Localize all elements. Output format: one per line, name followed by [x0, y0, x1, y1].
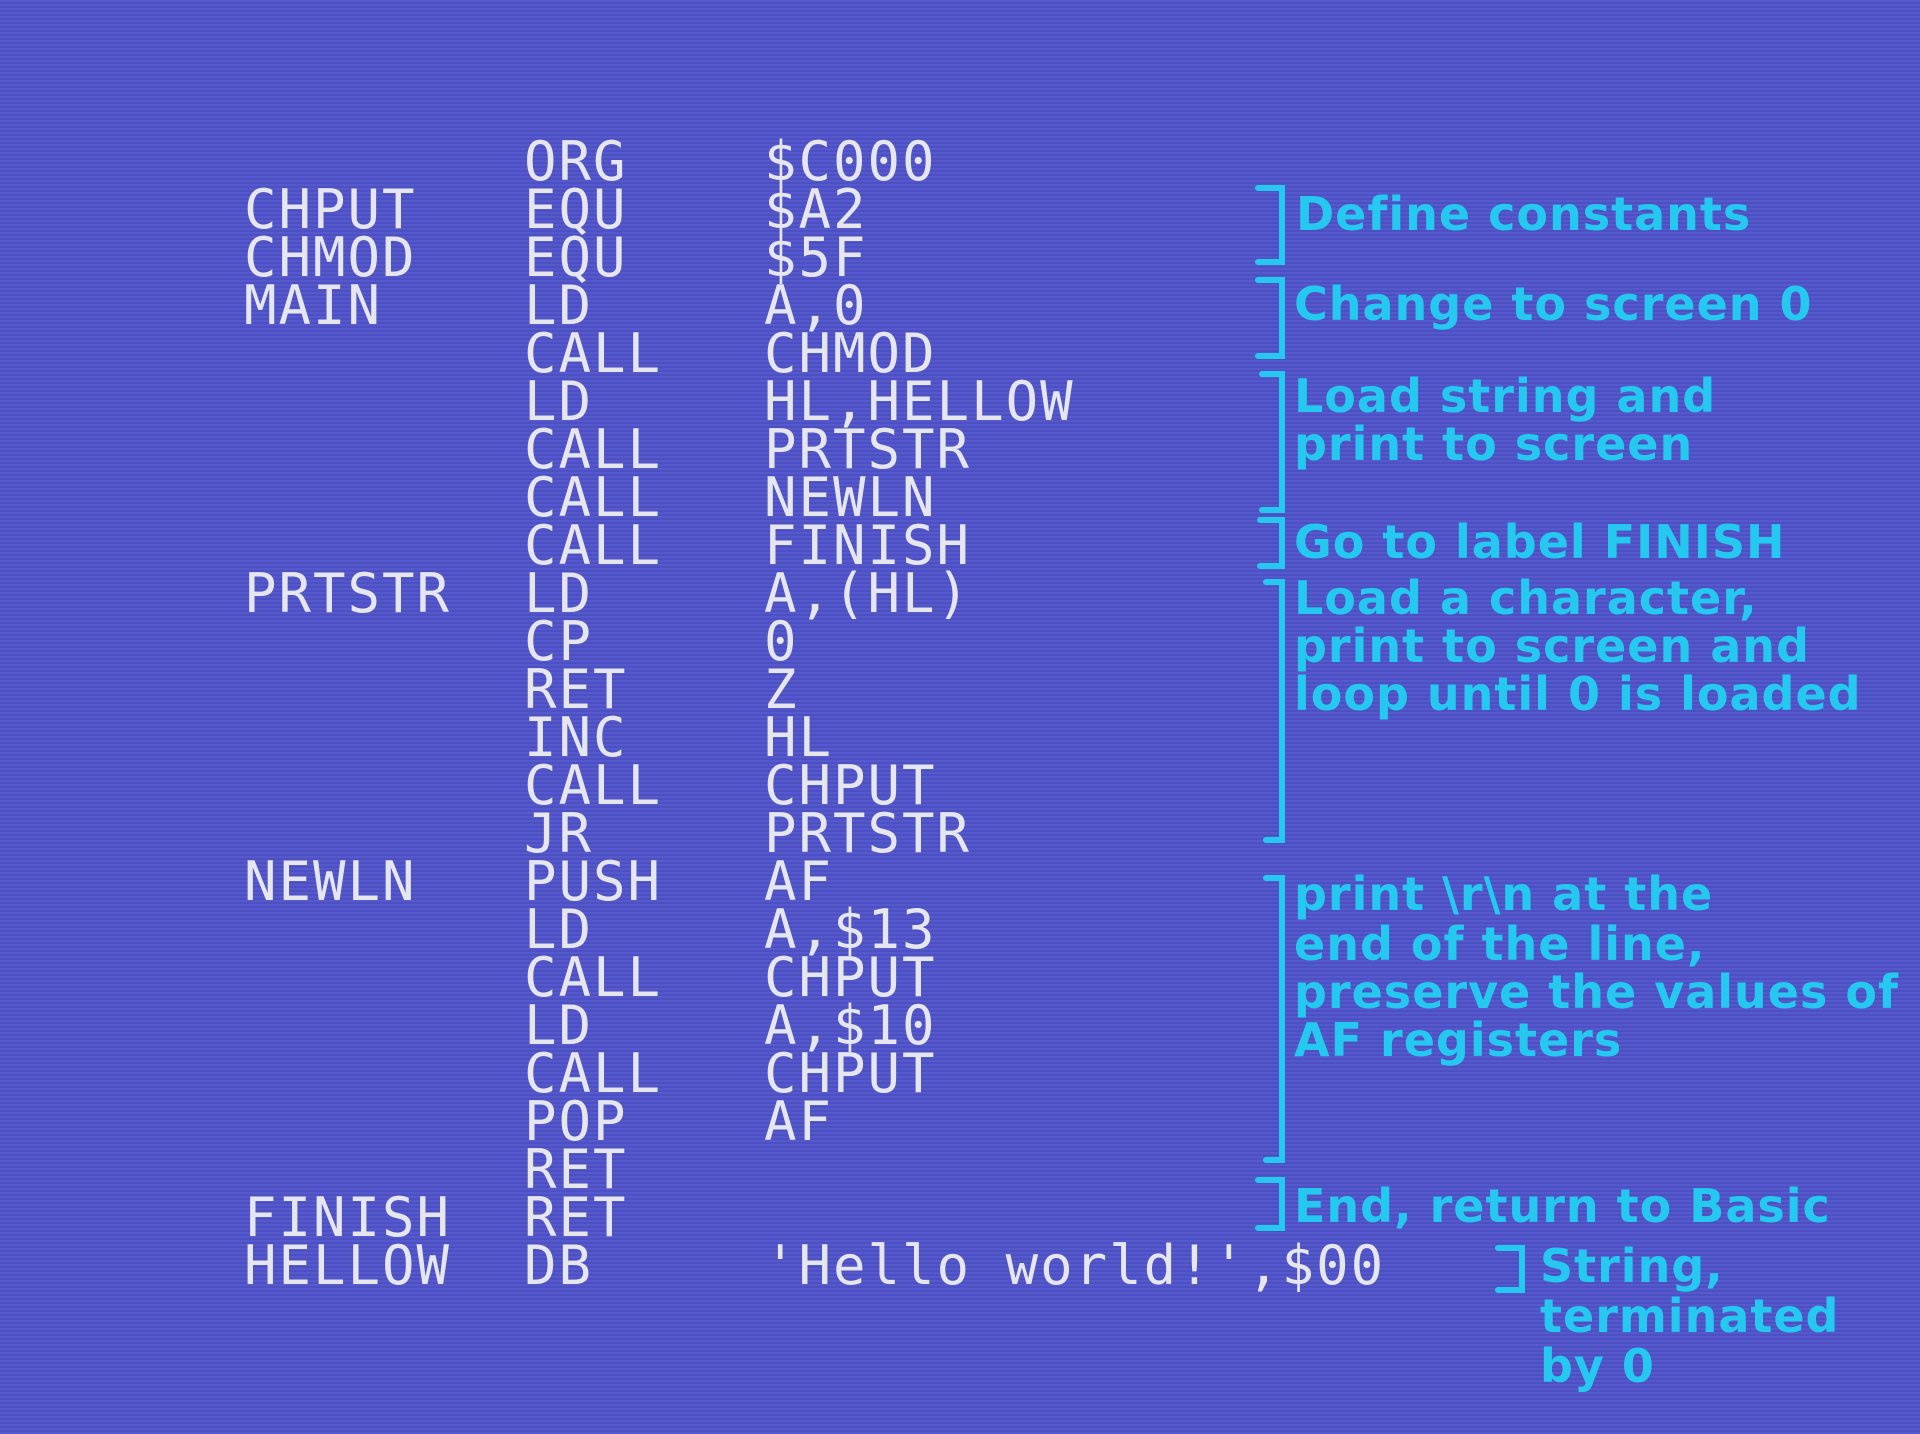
- note-change-screen: Change to screen 0: [1294, 277, 1813, 331]
- note-newline-3: preserve the values of: [1294, 965, 1899, 1019]
- note-load-char-3: loop until 0 is loaded: [1294, 667, 1862, 721]
- bracket-change-screen: [1255, 277, 1285, 359]
- note-newline-1: print \r\n at the: [1294, 867, 1714, 921]
- note-string-2: terminated: [1540, 1289, 1840, 1343]
- msx-screen: ORG $C000 CHPUT EQU $A2 CHMOD EQU $5F MAIN LD A…: [0, 0, 1920, 1434]
- bracket-string: [1495, 1245, 1525, 1293]
- note-load-char-1: Load a character,: [1294, 571, 1758, 625]
- annotation-layer: Define constants Change to screen 0 Load…: [0, 0, 1920, 1434]
- note-load-string-1: Load string and: [1294, 369, 1717, 423]
- note-load-char-2: print to screen and: [1294, 619, 1810, 673]
- bracket-define-constants: [1255, 185, 1285, 265]
- note-string-1: String,: [1540, 1239, 1724, 1293]
- note-end: End, return to Basic: [1294, 1179, 1831, 1233]
- bracket-end: [1255, 1177, 1285, 1231]
- note-define-constants: Define constants: [1296, 187, 1752, 241]
- note-string-3: by 0: [1540, 1339, 1655, 1393]
- bracket-newline: [1263, 875, 1285, 1163]
- bracket-go-finish: [1257, 517, 1285, 569]
- bracket-load-character: [1263, 579, 1285, 843]
- note-load-string-2: print to screen: [1294, 417, 1694, 471]
- note-newline-2: end of the line,: [1294, 917, 1706, 971]
- bracket-load-string: [1259, 371, 1285, 513]
- note-go-finish: Go to label FINISH: [1294, 515, 1786, 569]
- note-newline-4: AF registers: [1294, 1013, 1623, 1067]
